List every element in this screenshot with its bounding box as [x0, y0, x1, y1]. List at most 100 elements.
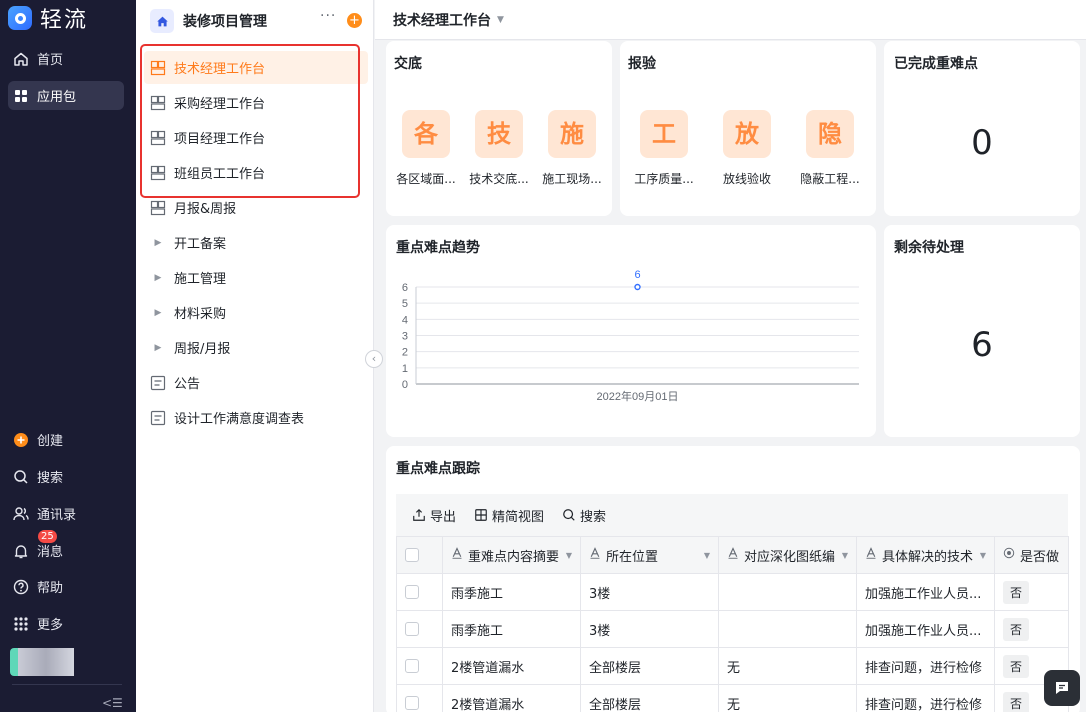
collapse-nav-button[interactable]: ‹: [365, 350, 383, 368]
row-select-cell[interactable]: [396, 573, 443, 611]
row-checkbox[interactable]: [405, 585, 419, 599]
column-header[interactable]: 所在位置 ▼: [580, 536, 719, 574]
rail-item-contacts[interactable]: 通讯录: [8, 499, 124, 528]
table-cell[interactable]: 无: [718, 684, 857, 712]
table-cell[interactable]: [718, 573, 857, 611]
row-select-cell[interactable]: [396, 647, 443, 685]
text-type-icon: [589, 547, 601, 563]
rail-item-label: 帮助: [37, 581, 64, 596]
tracking-table: 重难点内容摘要 ▼ 所在位置 ▼ 对应深化图纸编 ▼ 具体解决的技术 ▼ 是否做 雨季施…: [396, 536, 1069, 712]
entry-tile: 隐: [806, 110, 854, 158]
nav-add-button[interactable]: +: [347, 13, 362, 28]
apps-grid-icon: [13, 88, 29, 104]
table-cell[interactable]: 雨季施工: [442, 610, 581, 648]
table-row[interactable]: 2楼管道漏水 全部楼层 无 排查问题，进行检修 否: [396, 684, 1069, 712]
quick-entry-concealed-work[interactable]: 隐 隐蔽工程...: [797, 110, 863, 187]
table-search-button[interactable]: 搜索: [562, 506, 606, 525]
select-all-checkbox[interactable]: [405, 548, 419, 562]
nav-header: 装修项目管理 ··· +: [150, 8, 364, 34]
row-checkbox[interactable]: [405, 622, 419, 636]
table-cell[interactable]: 全部楼层: [580, 647, 719, 685]
nav-item-project-manager[interactable]: 项目经理工作台: [144, 121, 368, 154]
table-cell[interactable]: 3楼: [580, 573, 719, 611]
column-header[interactable]: 对应深化图纸编 ▼: [718, 536, 857, 574]
table-cell[interactable]: 否: [994, 573, 1069, 611]
column-label: 是否做: [1020, 549, 1060, 565]
row-select-cell[interactable]: [396, 684, 443, 712]
app-logo[interactable]: 轻流: [8, 4, 88, 33]
table-cell[interactable]: 无: [718, 647, 857, 685]
table-row[interactable]: 雨季施工 3楼 加强施工作业人员... 否: [396, 610, 1069, 648]
card-trend-chart: 重点难点趋势 0 1 2 3 4 5 6 2022年09月01日 6: [386, 225, 876, 437]
table-header-row: 重难点内容摘要 ▼ 所在位置 ▼ 对应深化图纸编 ▼ 具体解决的技术 ▼ 是否做: [396, 536, 1069, 574]
chevron-down-icon[interactable]: ▼: [842, 551, 848, 560]
nav-item-label: 月报&周报: [174, 202, 237, 217]
nav-group-reports[interactable]: ▶ 周报/月报: [144, 331, 368, 364]
quick-entry-tech-disclosure[interactable]: 技 技术交底...: [466, 110, 532, 187]
rail-item-messages[interactable]: 消息 25: [8, 530, 124, 565]
quick-entry-site[interactable]: 施 施工现场...: [539, 110, 605, 187]
table-row[interactable]: 雨季施工 3楼 加强施工作业人员... 否: [396, 573, 1069, 611]
row-checkbox[interactable]: [405, 659, 419, 673]
app-nav-panel: 装修项目管理 ··· + 技术经理工作台 采购经理工作台 项目经理工作台 班组员…: [136, 0, 374, 712]
select-all-cell[interactable]: [396, 536, 443, 574]
table-cell[interactable]: [718, 610, 857, 648]
app-home-icon[interactable]: [150, 9, 174, 33]
column-header[interactable]: 重难点内容摘要 ▼: [442, 536, 581, 574]
table-row[interactable]: 2楼管道漏水 全部楼层 无 排查问题，进行检修 否: [396, 647, 1069, 685]
chevron-down-icon[interactable]: ▼: [497, 15, 504, 25]
table-cell[interactable]: 加强施工作业人员...: [856, 610, 995, 648]
nav-group-start-filing[interactable]: ▶ 开工备案: [144, 226, 368, 259]
table-cell[interactable]: 2楼管道漏水: [442, 684, 581, 712]
rail-item-app-package[interactable]: 应用包: [8, 81, 124, 110]
export-button[interactable]: 导出: [412, 506, 456, 525]
column-header[interactable]: 具体解决的技术 ▼: [856, 536, 995, 574]
table-cell[interactable]: 2楼管道漏水: [442, 647, 581, 685]
table-cell[interactable]: 3楼: [580, 610, 719, 648]
nav-item-satisfaction-survey[interactable]: 设计工作满意度调查表: [144, 401, 368, 434]
rail-item-home[interactable]: 首页: [8, 44, 124, 73]
dashboard-title[interactable]: 技术经理工作台: [393, 10, 491, 30]
chevron-down-icon[interactable]: ▼: [980, 551, 986, 560]
nav-title: 装修项目管理: [183, 14, 267, 30]
dashboard-topbar: 技术经理工作台 ▼: [375, 0, 1086, 40]
search-icon: [563, 509, 575, 521]
table-cell[interactable]: 否: [994, 610, 1069, 648]
table-cell[interactable]: 全部楼层: [580, 684, 719, 712]
nav-more-button[interactable]: ···: [320, 8, 336, 24]
nav-item-team-staff[interactable]: 班组员工工作台: [144, 156, 368, 189]
collapse-rail-button[interactable]: <☰: [102, 696, 123, 710]
table-cell[interactable]: 排查问题，进行检修: [856, 647, 995, 685]
y-tick-label: 4: [402, 314, 408, 326]
table-cell[interactable]: 加强施工作业人员...: [856, 573, 995, 611]
row-select-cell[interactable]: [396, 610, 443, 648]
quick-entry-process-quality[interactable]: 工 工序质量...: [631, 110, 697, 187]
table-cell[interactable]: 排查问题，进行检修: [856, 684, 995, 712]
user-avatar[interactable]: [10, 648, 74, 676]
rail-item-label: 搜索: [37, 471, 64, 486]
column-header[interactable]: 是否做: [994, 536, 1069, 574]
quick-entry-layout-acceptance[interactable]: 放 放线验收: [714, 110, 780, 187]
rail-item-label: 应用包: [37, 90, 77, 105]
nav-item-announcement[interactable]: 公告: [144, 366, 368, 399]
nav-group-materials[interactable]: ▶ 材料采购: [144, 296, 368, 329]
row-checkbox[interactable]: [405, 696, 419, 710]
rail-item-create[interactable]: 创建: [8, 425, 124, 454]
caret-right-icon: ▶: [154, 307, 162, 318]
rail-item-search[interactable]: 搜索: [8, 462, 124, 491]
compact-view-button[interactable]: 精简视图: [474, 506, 544, 525]
nav-item-tech-manager[interactable]: 技术经理工作台: [144, 51, 368, 84]
rail-item-help[interactable]: 帮助: [8, 572, 124, 601]
caret-right-icon: ▶: [154, 272, 162, 283]
nav-item-monthly-weekly[interactable]: 月报&周报: [144, 191, 368, 224]
rail-item-more[interactable]: 更多: [8, 609, 124, 638]
dashboard-icon: [150, 130, 166, 146]
chat-support-button[interactable]: [1044, 670, 1080, 706]
rail-item-label: 更多: [37, 618, 64, 633]
chevron-down-icon[interactable]: ▼: [566, 551, 572, 560]
nav-item-purchase-manager[interactable]: 采购经理工作台: [144, 86, 368, 119]
quick-entry-area-disclosure[interactable]: 各 各区域面...: [393, 110, 459, 187]
nav-group-construction[interactable]: ▶ 施工管理: [144, 261, 368, 294]
chevron-down-icon[interactable]: ▼: [704, 551, 710, 560]
table-cell[interactable]: 雨季施工: [442, 573, 581, 611]
